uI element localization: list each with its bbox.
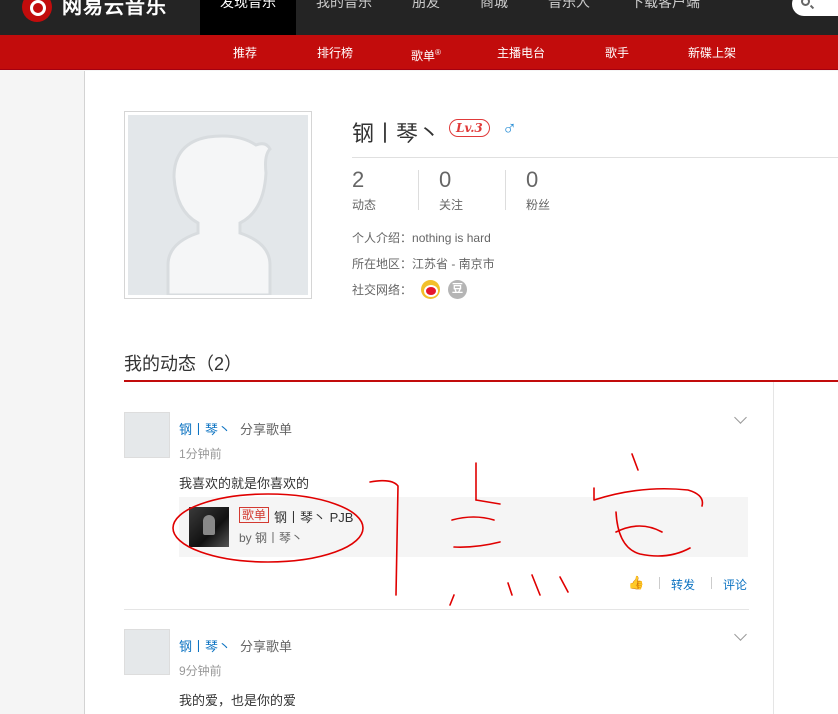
feed-avatar[interactable] [124, 629, 170, 675]
divider [659, 577, 660, 589]
shared-playlist-card[interactable]: 歌单 钢丨琴丶 PJB by 钢丨琴丶 [179, 497, 748, 557]
nav-store[interactable]: 商城 [460, 0, 528, 35]
feed-user-name[interactable]: 钢丨琴丶 [179, 419, 231, 438]
stat-fans[interactable]: 0 粉丝 [526, 167, 550, 213]
subnav-artists[interactable]: 歌手 [595, 43, 639, 63]
subnav-playlists-label: 歌单 [411, 49, 436, 63]
feed-user-name[interactable]: 钢丨琴丶 [179, 636, 231, 655]
stat-events-count: 2 [352, 167, 365, 192]
weibo-icon[interactable] [421, 280, 440, 299]
divider [418, 170, 419, 210]
feed-action: 分享歌单 [240, 422, 293, 437]
sub-nav: 推荐 排行榜 歌单® 主播电台 歌手 新碟上架 [0, 35, 838, 70]
feed-time[interactable]: 9分钟前 [179, 662, 222, 679]
feed-avatar[interactable] [124, 412, 170, 458]
playlist-author[interactable]: by 钢丨琴丶 [239, 529, 303, 546]
location-row: 所在地区：江苏省 - 南京市 [352, 255, 495, 272]
feed-title: 我的动态（2） [124, 354, 243, 374]
search-input[interactable] [792, 0, 838, 16]
stat-fans-label: 粉丝 [526, 198, 551, 212]
forward-button[interactable]: 转发 [671, 576, 695, 593]
section-underline [124, 380, 838, 382]
profile-name: 钢丨琴丶 [352, 121, 441, 146]
subnav-new-albums[interactable]: 新碟上架 [678, 43, 746, 63]
divider [711, 577, 712, 589]
logo[interactable]: 网易云音乐 [22, 0, 167, 22]
playlist-cover[interactable] [189, 507, 229, 547]
feed-text: 我喜欢的就是你喜欢的 [179, 476, 310, 491]
nav-friends[interactable]: 朋友 [392, 0, 460, 35]
default-avatar-icon [128, 115, 308, 295]
bio-row: 个人介绍：nothing is hard [352, 229, 491, 246]
comment-button[interactable]: 评论 [723, 576, 747, 593]
bio-label: 个人介绍： [352, 231, 413, 245]
douban-icon[interactable]: 豆 [448, 280, 467, 299]
bio-text: nothing is hard [412, 231, 491, 245]
feed-text: 我的爱，也是你的爱 [179, 693, 297, 708]
playlist-tag: 歌单 [239, 507, 270, 523]
netease-logo-icon [22, 0, 52, 22]
nav-download[interactable]: 下载客户端 [610, 0, 720, 35]
level-badge[interactable]: Lv.3 [449, 119, 490, 137]
logo-text: 网易云音乐 [62, 0, 167, 18]
stat-follows[interactable]: 0 关注 [439, 167, 463, 213]
divider [352, 157, 838, 158]
male-icon: ♂ [502, 118, 517, 140]
top-bar: 网易云音乐 发现音乐 我的音乐 朋友 商城 音乐人 下载客户端 [0, 0, 838, 35]
divider [124, 609, 749, 610]
divider [773, 382, 774, 714]
nav-my-music[interactable]: 我的音乐 [296, 0, 392, 35]
divider [505, 170, 506, 210]
subnav-playlists[interactable]: 歌单® [401, 43, 451, 63]
subnav-playlists-sup: ® [435, 48, 441, 57]
stat-follows-label: 关注 [439, 198, 464, 212]
location-label: 所在地区： [352, 257, 413, 271]
main-nav: 发现音乐 我的音乐 朋友 商城 音乐人 下载客户端 [200, 0, 720, 35]
stat-follows-count: 0 [439, 167, 452, 192]
stat-events-label: 动态 [352, 198, 377, 212]
feed-action: 分享歌单 [240, 639, 293, 654]
location-text: 江苏省 - 南京市 [412, 257, 495, 271]
stat-fans-count: 0 [526, 167, 539, 192]
nav-discover[interactable]: 发现音乐 [200, 0, 296, 35]
feed-time[interactable]: 1分钟前 [179, 445, 222, 462]
stat-events[interactable]: 2 动态 [352, 167, 376, 213]
like-icon[interactable]: 👍 [628, 576, 644, 589]
search-icon [801, 0, 810, 6]
subnav-radio[interactable]: 主播电台 [487, 43, 555, 63]
playlist-title[interactable]: 钢丨琴丶 PJB [274, 507, 353, 526]
subnav-charts[interactable]: 排行榜 [307, 43, 363, 63]
nav-musician[interactable]: 音乐人 [528, 0, 610, 35]
profile-avatar [124, 111, 312, 299]
social-label: 社交网络： [352, 283, 413, 297]
subnav-recommend[interactable]: 推荐 [223, 43, 267, 63]
